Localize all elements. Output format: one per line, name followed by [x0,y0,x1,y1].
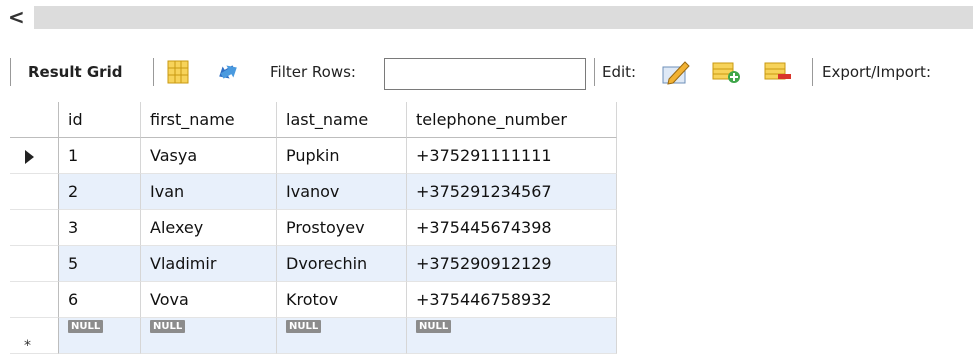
table-cell[interactable]: +375290912129 [407,246,617,282]
toolbar-separator [153,58,154,86]
table-cell[interactable]: NULL [407,318,617,354]
insert-row-icon [710,56,742,88]
table-cell[interactable]: 2 [59,174,141,210]
table-cell[interactable]: Dvorechin [277,246,407,282]
delete-row-icon [762,56,794,88]
table-cell[interactable]: Prostoyev [277,210,407,246]
table-cell[interactable]: Vladimir [141,246,277,282]
table-cell[interactable]: NULL [59,318,141,354]
toolbar-separator [10,58,11,86]
table-cell[interactable]: Krotov [277,282,407,318]
grid-layout-button[interactable] [162,48,194,96]
refresh-button[interactable] [212,48,244,96]
row-header-corner [10,102,59,138]
table-cell[interactable]: Ivan [141,174,277,210]
row-header[interactable] [10,210,59,246]
edit-label: Edit: [602,63,637,81]
scroll-left-arrow[interactable]: < [8,3,28,31]
column-header-first-name[interactable]: first_name [141,102,277,138]
export-import-label: Export/Import: [822,63,931,81]
column-header-last-name[interactable]: last_name [277,102,407,138]
insert-row-button[interactable] [710,48,742,96]
row-header[interactable]: * [10,318,59,354]
table-cell[interactable]: 3 [59,210,141,246]
table-cell[interactable]: Pupkin [277,138,407,174]
edit-pencil-icon [660,56,692,88]
result-grid-label: Result Grid [28,63,123,81]
filter-rows-input[interactable] [384,58,586,90]
edit-label-wrap: Edit: [602,48,636,96]
result-grid-tab[interactable]: Result Grid [28,48,122,96]
row-header[interactable] [10,282,59,318]
null-badge: NULL [68,320,104,333]
horizontal-scrollbar[interactable]: < [0,0,973,34]
delete-row-button[interactable] [762,48,794,96]
column-header-id[interactable]: id [59,102,141,138]
table-cell[interactable]: 6 [59,282,141,318]
table-cell[interactable]: NULL [141,318,277,354]
column-header-telephone-number[interactable]: telephone_number [407,102,617,138]
export-import-label-wrap: Export/Import: [822,48,931,96]
table-cell[interactable]: 5 [59,246,141,282]
row-header[interactable] [10,246,59,282]
refresh-icon [212,56,244,88]
edit-row-button[interactable] [660,48,692,96]
table-cell[interactable]: +375291111111 [407,138,617,174]
table-cell[interactable]: Ivanov [277,174,407,210]
table-cell[interactable]: +375291234567 [407,174,617,210]
row-header[interactable] [10,138,59,174]
new-row-marker-icon: * [24,338,31,354]
filter-rows-label: Filter Rows: [270,63,356,81]
table-cell[interactable]: Vova [141,282,277,318]
table-cell[interactable]: Alexey [141,210,277,246]
table-cell[interactable]: +375446758932 [407,282,617,318]
grid-layout-icon [162,56,194,88]
toolbar-separator [594,58,595,86]
toolbar-separator [812,58,813,86]
row-header[interactable] [10,174,59,210]
scrollbar-track[interactable] [34,6,973,29]
null-badge: NULL [286,320,322,333]
filter-rows-label-wrap: Filter Rows: [270,48,356,96]
null-badge: NULL [150,320,186,333]
table-cell[interactable]: +375445674398 [407,210,617,246]
table-cell[interactable]: NULL [277,318,407,354]
null-badge: NULL [416,320,452,333]
current-row-pointer-icon [25,150,34,164]
table-cell[interactable]: Vasya [141,138,277,174]
table-cell[interactable]: 1 [59,138,141,174]
